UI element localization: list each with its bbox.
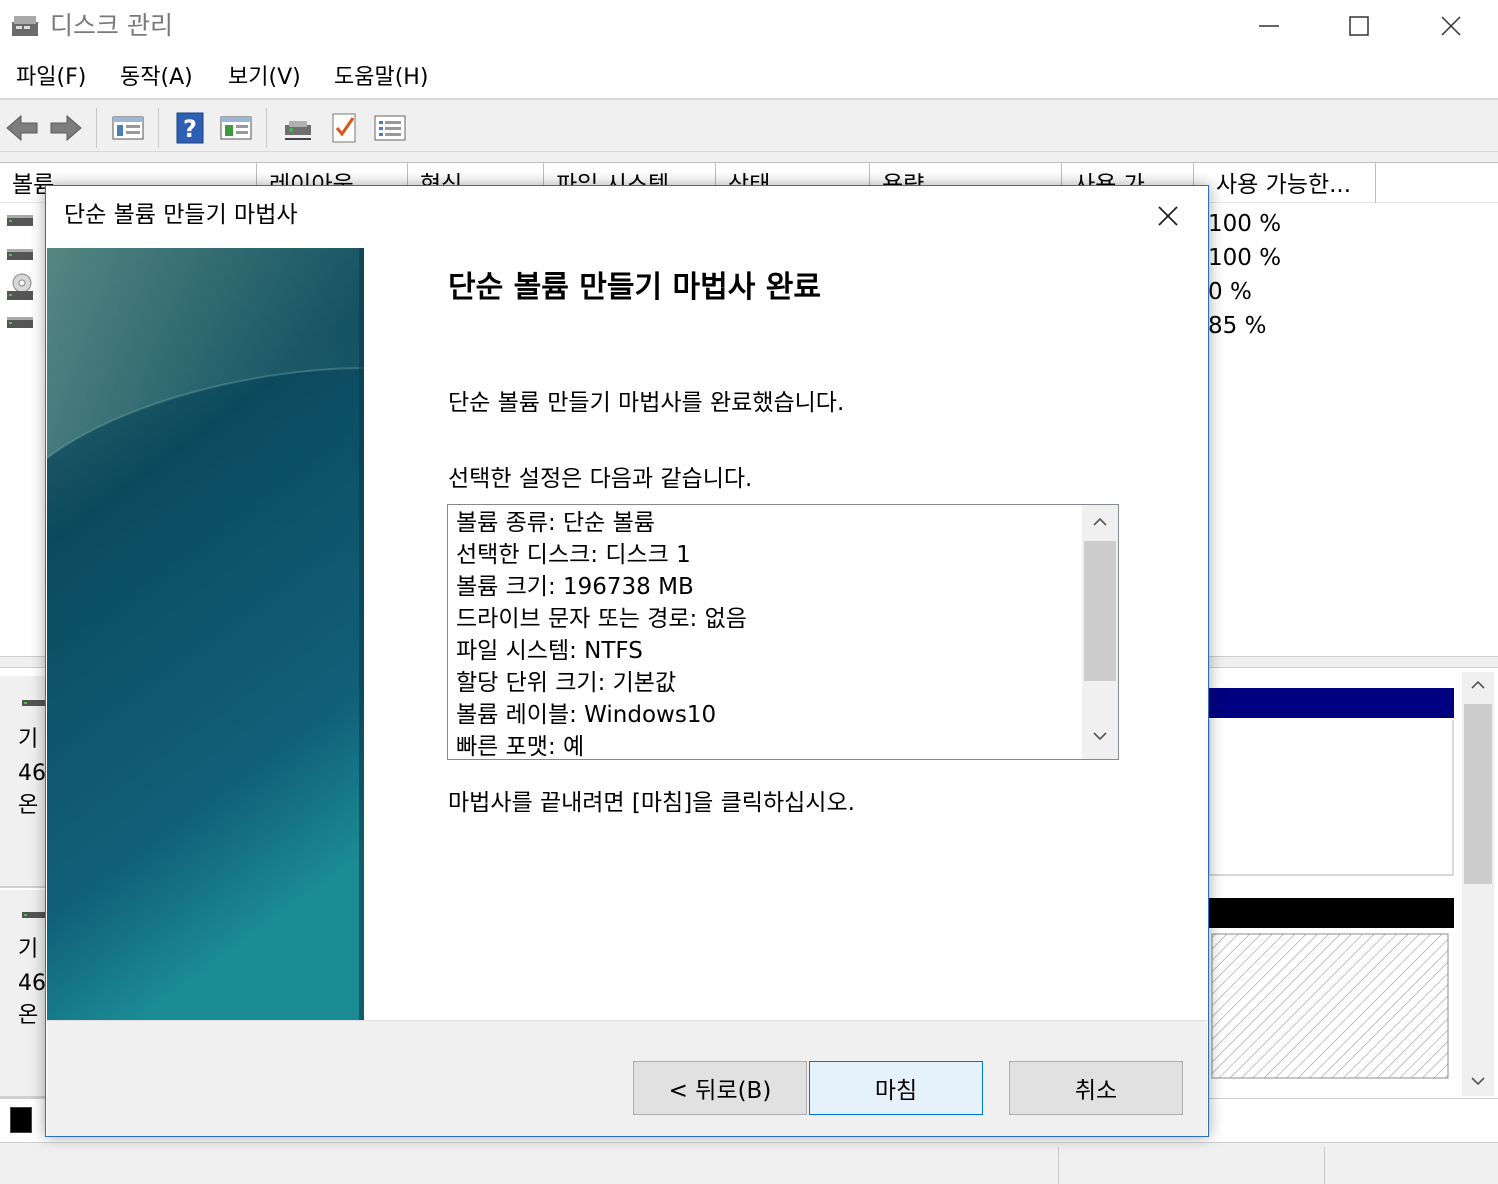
drive-icon [7, 249, 33, 260]
maximize-icon [1349, 16, 1369, 36]
menu-action[interactable]: 동작(A) [120, 64, 193, 92]
drive-icon [7, 317, 33, 328]
close-icon [1158, 206, 1178, 226]
selected-settings-label: 선택한 설정은 다음과 같습니다. [448, 466, 753, 492]
close-button[interactable] [1406, 0, 1496, 52]
wizard-completed-text: 단순 볼륨 만들기 마법사를 완료했습니다. [448, 390, 845, 416]
status-separator [1058, 1147, 1059, 1184]
primary-partition-header[interactable] [1208, 688, 1454, 718]
summary-line: 빠른 포맷: 예 [456, 734, 585, 760]
view-list-button[interactable] [372, 110, 408, 146]
maximize-button[interactable] [1314, 0, 1404, 52]
disk-list-icon [112, 116, 144, 140]
dialog-title: 단순 볼륨 만들기 마법사 [64, 202, 298, 228]
settings-summary-text: 볼륨 종류: 단순 볼륨 선택한 디스크: 디스크 1 볼륨 크기: 19673… [456, 507, 1076, 760]
disk-type-label: 기 [18, 727, 39, 752]
new-simple-volume-wizard: 단순 볼륨 만들기 마법사 단순 볼륨 만들기 마법사 완료 단순 볼륨 만들기… [45, 185, 1209, 1137]
close-icon [1441, 16, 1461, 36]
unallocated-header[interactable] [1208, 898, 1454, 928]
free-percent-cell: 100 % [1208, 245, 1282, 271]
menu-file[interactable]: 파일(F) [16, 64, 86, 92]
disk-list-button[interactable] [110, 110, 146, 146]
summary-line: 볼륨 크기: 196738 MB [456, 574, 694, 600]
scroll-down-icon[interactable] [1470, 1074, 1486, 1088]
settings-summary-box[interactable]: 볼륨 종류: 단순 볼륨 선택한 디스크: 디스크 1 볼륨 크기: 19673… [447, 504, 1119, 760]
finish-instruction-text: 마법사를 끝내려면 [마침]을 클릭하십시오. [448, 790, 855, 816]
svg-text:?: ? [183, 115, 197, 143]
back-button[interactable] [4, 110, 40, 146]
title-bar: 디스크 관리 [0, 0, 1498, 52]
check-properties-icon [332, 113, 356, 143]
toolbar-separator [96, 108, 97, 148]
finish-button[interactable]: 마침 [809, 1061, 983, 1115]
summary-scrollbar[interactable] [1082, 505, 1118, 759]
disk-size-label: 46 [18, 761, 46, 786]
summary-line: 파일 시스템: NTFS [456, 638, 643, 664]
disk-status-label: 온 [18, 793, 39, 818]
partition-block[interactable] [1208, 720, 1454, 876]
disk-management-icon [12, 16, 38, 36]
column-free-percent[interactable]: 사용 가능한... [1194, 163, 1376, 203]
window-title: 디스크 관리 [50, 11, 173, 40]
scroll-up-icon[interactable] [1470, 678, 1486, 692]
summary-line: 드라이브 문자 또는 경로: 없음 [456, 606, 747, 632]
drive-icon [7, 215, 33, 226]
scrollbar-thumb[interactable] [1084, 541, 1116, 681]
console-tree-button[interactable] [218, 110, 254, 146]
disk-view-scrollbar[interactable] [1462, 672, 1494, 1096]
cd-drive-icon [7, 273, 33, 300]
free-percent-cell: 100 % [1208, 211, 1282, 237]
wizard-button-bar: < 뒤로(B) 마침 취소 [47, 1020, 1207, 1136]
connect-button[interactable] [280, 110, 316, 146]
forward-button[interactable] [48, 110, 84, 146]
back-arrow-icon [6, 114, 38, 142]
back-button[interactable]: < 뒤로(B) [633, 1061, 807, 1115]
help-icon: ? [176, 112, 204, 144]
toolbar-separator [158, 108, 159, 148]
properties-button[interactable] [326, 110, 362, 146]
scrollbar-thumb[interactable] [1464, 704, 1492, 884]
minimize-icon [1259, 25, 1279, 27]
console-tree-icon [220, 116, 252, 140]
toolbar: ? [0, 102, 1498, 152]
scroll-down-icon[interactable] [1092, 729, 1108, 743]
free-percent-cell: 85 % [1208, 313, 1267, 339]
disk-size-label: 46 [18, 971, 46, 996]
status-bar [0, 1142, 1498, 1184]
wizard-banner-image [47, 248, 364, 1020]
minimize-button[interactable] [1224, 0, 1314, 52]
connect-icon [285, 121, 311, 140]
help-button[interactable]: ? [172, 110, 208, 146]
disk-status-label: 온 [18, 1003, 39, 1028]
scroll-up-icon[interactable] [1092, 515, 1108, 529]
view-list-icon [374, 115, 406, 141]
cancel-button[interactable]: 취소 [1009, 1061, 1183, 1115]
wizard-heading: 단순 볼륨 만들기 마법사 완료 [448, 270, 821, 305]
menu-view[interactable]: 보기(V) [228, 64, 301, 92]
summary-line: 선택한 디스크: 디스크 1 [456, 542, 691, 568]
menu-bar: 파일(F) 동작(A) 보기(V) 도움말(H) [0, 52, 1498, 100]
summary-line: 볼륨 종류: 단순 볼륨 [456, 510, 655, 536]
disk-type-label: 기 [18, 937, 39, 962]
free-percent-cell: 0 % [1208, 279, 1252, 305]
toolbar-separator [266, 108, 267, 148]
summary-line: 할당 단위 크기: 기본값 [456, 670, 677, 696]
dialog-close-button[interactable] [1146, 196, 1190, 236]
legend-unallocated-swatch [10, 1107, 32, 1133]
status-separator [1324, 1147, 1325, 1184]
menu-help[interactable]: 도움말(H) [334, 64, 428, 92]
forward-arrow-icon [50, 114, 82, 142]
unallocated-block[interactable] [1208, 930, 1454, 1082]
summary-line: 볼륨 레이블: Windows10 [456, 702, 717, 728]
